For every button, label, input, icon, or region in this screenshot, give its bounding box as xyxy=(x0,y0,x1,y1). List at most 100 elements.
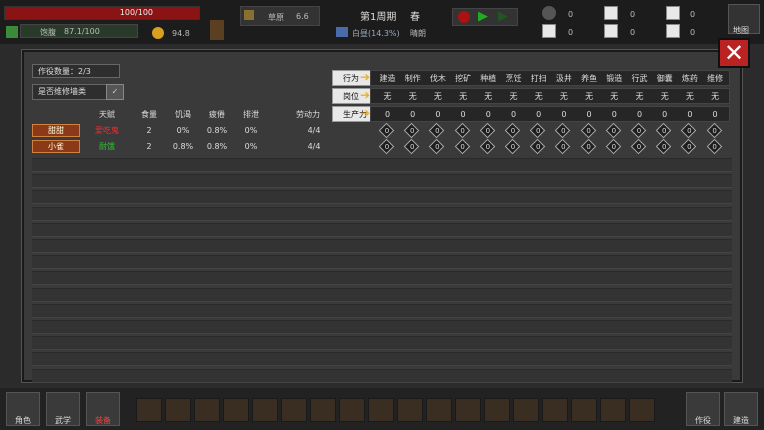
inventory-slot[interactable] xyxy=(426,398,452,422)
job-cell[interactable]: 行武 xyxy=(627,71,652,87)
inventory-slot[interactable] xyxy=(223,398,249,422)
post-cell: 无 xyxy=(534,92,543,101)
job-cell[interactable]: 烹饪 xyxy=(501,71,526,87)
job-cell[interactable]: 御囊 xyxy=(652,71,677,87)
repair-filter-label: 是否维修墙类 xyxy=(38,87,86,96)
play-icon[interactable]: ▶ xyxy=(478,10,488,23)
priority-value: 0 xyxy=(636,127,642,135)
productivity-cell: 0 xyxy=(435,110,441,119)
post-cell: 无 xyxy=(685,92,694,101)
inventory-slot[interactable] xyxy=(484,398,510,422)
post-cell: 无 xyxy=(459,92,468,101)
inventory-slot[interactable] xyxy=(339,398,365,422)
posts-row: 无无无无无无无无无无无无无无 xyxy=(370,88,730,104)
inventory-slot[interactable] xyxy=(513,398,539,422)
empty-row xyxy=(32,320,732,334)
header-excrete: 排泄 xyxy=(243,110,259,119)
worker-excrete: 0% xyxy=(244,142,258,151)
chevron-down-icon[interactable]: ✓ xyxy=(106,84,124,100)
inventory-slot[interactable] xyxy=(455,398,481,422)
build-label: 建造 xyxy=(733,416,749,425)
row-label-post-text: 岗位 xyxy=(343,92,359,101)
inventory-slot[interactable] xyxy=(629,398,655,422)
resource-value-1: 0 xyxy=(568,10,574,19)
priority-value: 0 xyxy=(687,127,692,135)
productivity-cell: 0 xyxy=(561,110,567,119)
martial-button[interactable]: 武学 xyxy=(46,392,80,426)
row-label-action-text: 行为 xyxy=(343,74,359,83)
inventory-slot[interactable] xyxy=(252,398,278,422)
empty-row xyxy=(32,336,732,351)
map-button[interactable]: 地图 xyxy=(728,4,760,35)
job-cell[interactable]: 挖矿 xyxy=(451,71,476,87)
priority-value: 0 xyxy=(435,127,440,135)
inventory-slot[interactable] xyxy=(542,398,568,422)
job-cell[interactable]: 炼药 xyxy=(677,71,702,87)
arrow-right-icon: ➔ xyxy=(360,88,371,102)
inventory-slot[interactable] xyxy=(136,398,162,422)
worker-labor: 4/4 xyxy=(307,142,321,151)
pause-icon[interactable] xyxy=(458,11,470,23)
worker-name-button[interactable]: 小雀 xyxy=(32,140,80,153)
inventory-slot[interactable] xyxy=(310,398,336,422)
role-button[interactable]: 角色 xyxy=(6,392,40,426)
worker-food: 2 xyxy=(146,126,152,135)
worker-name-button[interactable]: 甜甜 xyxy=(32,124,80,137)
header-labor: 劳动力 xyxy=(296,110,320,119)
equipment-button[interactable]: 装备 xyxy=(86,392,120,426)
job-cell[interactable]: 锻造 xyxy=(602,71,627,87)
inventory-slot[interactable] xyxy=(368,398,394,422)
priority-value: 0 xyxy=(435,143,440,151)
priority-value: 0 xyxy=(510,143,516,151)
job-cell[interactable]: 制作 xyxy=(400,71,425,87)
worker-talent: 爱吃鬼 xyxy=(95,126,119,135)
post-cell: 无 xyxy=(711,92,720,101)
worker-excrete: 0% xyxy=(244,126,258,135)
satiety-label: 饱腹 xyxy=(40,28,56,37)
inventory-slot[interactable] xyxy=(194,398,220,422)
inventory-slot[interactable] xyxy=(397,398,423,422)
build-button[interactable]: 建造 xyxy=(724,392,758,426)
worker-talent: 耐饿 xyxy=(99,142,115,151)
resource-value-2: 0 xyxy=(568,28,574,37)
labor-button[interactable]: 作役 xyxy=(686,392,720,426)
resource-value-3: 0 xyxy=(630,10,636,19)
header-food: 食量 xyxy=(141,110,157,119)
hp-bar: 100/100 xyxy=(4,6,200,20)
post-cell: 无 xyxy=(660,92,669,101)
inventory-slot[interactable] xyxy=(165,398,191,422)
job-cell[interactable]: 维修 xyxy=(703,71,728,87)
job-cell[interactable]: 种植 xyxy=(476,71,501,87)
priority-value: 0 xyxy=(535,127,541,135)
empty-row xyxy=(32,174,732,189)
job-cell[interactable]: 建造 xyxy=(375,71,400,87)
close-button[interactable]: ✕ xyxy=(718,38,750,68)
job-cell[interactable]: 打扫 xyxy=(526,71,551,87)
productivity-cell: 0 xyxy=(586,110,592,119)
empty-row xyxy=(32,190,732,205)
priority-value: 0 xyxy=(384,143,390,151)
priority-value: 0 xyxy=(636,143,642,151)
mood-icon xyxy=(152,27,164,39)
priority-value: 0 xyxy=(611,143,617,151)
worker-row: 小雀 耐饿 2 0.8% 0.8% 0% 4/4 0 0 0 0 0 0 0 0 0 0 0 0 0 0 xyxy=(32,138,732,155)
post-cell: 无 xyxy=(585,92,594,101)
priority-value: 0 xyxy=(561,143,566,151)
priority-value: 0 xyxy=(485,143,491,151)
period-label: 第1周期 xyxy=(360,12,397,23)
post-cell: 无 xyxy=(408,92,417,101)
empty-row xyxy=(32,368,732,383)
map-label: 地图 xyxy=(733,26,749,35)
resource-icon-3 xyxy=(604,6,618,20)
priority-value: 0 xyxy=(586,127,591,135)
empty-row xyxy=(32,158,732,172)
inventory-slot[interactable] xyxy=(571,398,597,422)
job-cell[interactable]: 汲井 xyxy=(551,71,576,87)
job-cell[interactable]: 伐木 xyxy=(425,71,450,87)
job-cell[interactable]: 养鱼 xyxy=(577,71,602,87)
fast-forward-icon[interactable]: ▶ xyxy=(498,10,508,23)
priority-value: 0 xyxy=(384,127,390,135)
inventory-slot[interactable] xyxy=(281,398,307,422)
inventory-slot[interactable] xyxy=(600,398,626,422)
empty-row xyxy=(32,239,732,253)
